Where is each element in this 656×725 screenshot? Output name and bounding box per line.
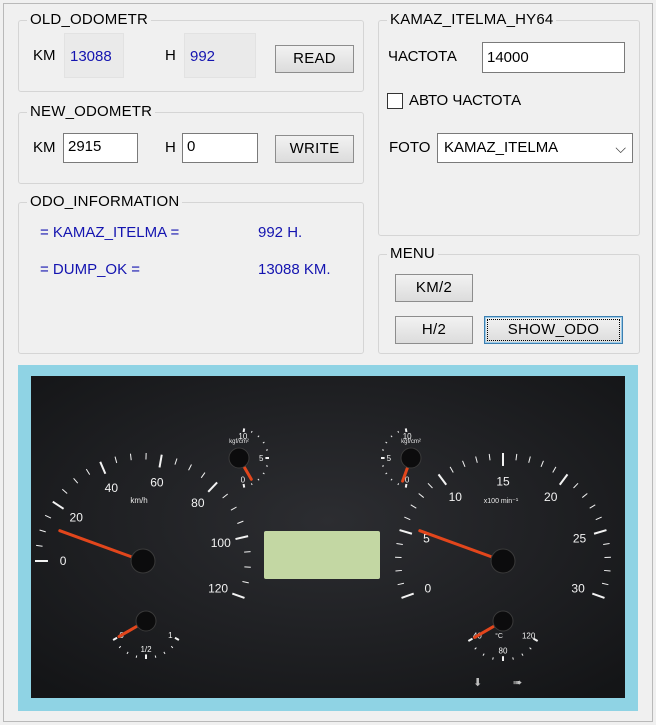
- speedo-unit-label: km/h: [130, 496, 147, 505]
- odo-information-title: ODO_INFORMATION: [27, 193, 183, 211]
- pressure-right-unit: kgf/cm²: [401, 439, 421, 445]
- speedo-hub: [130, 548, 156, 574]
- lcd-display: [264, 531, 380, 579]
- fuel-hub: [135, 610, 157, 632]
- temp-tick: [492, 657, 494, 660]
- temp-unit-label: °C: [495, 632, 503, 640]
- chevron-down-icon[interactable]: ⌵: [615, 134, 626, 162]
- photo-label: FOTO: [389, 139, 431, 156]
- temp-tick: [512, 657, 514, 660]
- read-button[interactable]: READ: [275, 45, 354, 73]
- tacho-tick: [395, 569, 402, 572]
- info-row-1-value: 992 H.: [258, 224, 303, 241]
- fuel-tick: [154, 655, 157, 658]
- dashboard-photo: 020406080100120 051015202530 0510 0510 0…: [31, 376, 625, 698]
- show-odo-button[interactable]: SHOW_ODO: [484, 316, 623, 344]
- old-h-label: H: [165, 47, 176, 64]
- pressure-left-tick: [250, 483, 253, 486]
- dashboard-image: 020406080100120 051015202530 0510 0510 0…: [31, 376, 625, 698]
- photo-select[interactable]: KAMAZ_ITELMA ⌵: [437, 133, 633, 163]
- speedo-tick-label: 40: [105, 481, 119, 495]
- auto-freq-checkbox[interactable]: [387, 93, 403, 109]
- temp-tick-label: 120: [522, 632, 536, 641]
- h-half-button[interactable]: H/2: [395, 316, 473, 344]
- pressure-right-tick: [397, 483, 400, 486]
- info-row-2-value: 13088 KM.: [258, 261, 331, 278]
- speedo-tick-label: 20: [70, 510, 84, 524]
- pressure-left-hub: [228, 447, 250, 469]
- dashboard-photo-frame: 020406080100120 051015202530 0510 0510 0…: [18, 365, 638, 711]
- photo-select-value: KAMAZ_ITELMA: [444, 139, 559, 156]
- indicator-icon-right: ➠: [513, 676, 522, 689]
- tacho-unit-label: x100 min⁻¹: [484, 498, 519, 505]
- new-odometr-title: NEW_ODOMETR: [27, 103, 156, 121]
- old-h-readout: 992: [184, 33, 256, 78]
- temp-hub: [492, 610, 514, 632]
- old-km-readout: 13088: [64, 33, 124, 78]
- tacho-tick-label: 20: [544, 490, 558, 504]
- tacho-tick-label: 10: [449, 490, 463, 504]
- freq-label: ЧАСТОТА: [388, 48, 457, 65]
- pressure-left-tick: [250, 430, 253, 433]
- new-h-input[interactable]: 0: [182, 133, 258, 163]
- fuel-tick-label: 1/2: [140, 645, 152, 654]
- old-odometr-title: OLD_ODOMETR: [27, 11, 152, 29]
- auto-freq-label: АВТО ЧАСТОТА: [409, 92, 522, 109]
- speedo-tick: [244, 551, 251, 553]
- speedo-tick-label: 100: [211, 536, 231, 550]
- device-title: KAMAZ_ITELMA_HY64: [387, 11, 557, 29]
- fuel-tick: [135, 655, 138, 658]
- tacho-hub: [490, 548, 516, 574]
- info-row-1-label: = KAMAZ_ITELMA =: [40, 224, 180, 241]
- tacho-tick-label: 30: [571, 582, 585, 596]
- tacho-tick-label: 0: [425, 582, 432, 596]
- speedo-tick-label: 60: [150, 475, 164, 489]
- new-km-input[interactable]: 2915: [63, 133, 138, 163]
- tacho-tick-label: 25: [573, 531, 587, 545]
- old-km-label: KM: [33, 47, 56, 64]
- pressure-right-tick-label: 5: [387, 454, 392, 463]
- write-button[interactable]: WRITE: [275, 135, 354, 163]
- tacho-tick: [604, 569, 611, 572]
- fuel-tick-label: 1: [168, 631, 173, 640]
- info-row-2-label: = DUMP_OK =: [40, 261, 141, 278]
- new-km-label: KM: [33, 139, 56, 156]
- speedo-tick-label: 120: [208, 582, 228, 596]
- new-h-label: H: [165, 139, 176, 156]
- temp-tick-label: 80: [499, 646, 508, 655]
- km-half-button[interactable]: KM/2: [395, 274, 473, 302]
- indicator-icon-left: ⬇: [473, 676, 482, 689]
- pressure-left-unit: kgf/cm²: [229, 439, 249, 445]
- speedo-tick-label: 0: [60, 554, 67, 568]
- pressure-left-tick-label: 0: [241, 476, 246, 485]
- tacho-tick-label: 15: [496, 474, 510, 488]
- freq-input[interactable]: 14000: [482, 42, 625, 73]
- pressure-right-tick: [397, 430, 400, 433]
- pressure-right-hub: [400, 447, 422, 469]
- speedo-tick-label: 80: [191, 496, 205, 510]
- menu-title: MENU: [387, 245, 438, 263]
- pressure-left-tick-label: 5: [259, 454, 264, 463]
